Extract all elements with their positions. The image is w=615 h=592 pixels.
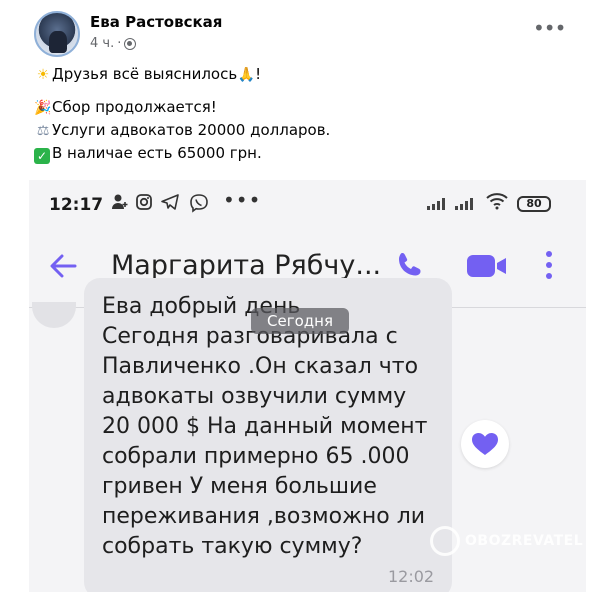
date-chip: Сегодня — [251, 308, 349, 334]
video-call-icon[interactable] — [466, 253, 508, 279]
pray-emoji: 🙏 — [237, 67, 255, 83]
obozrevatel-watermark: OBOZREVATEL — [430, 526, 583, 556]
post-time[interactable]: 4 ч. — [90, 36, 114, 51]
signal-1-icon — [427, 197, 445, 210]
heart-icon — [472, 433, 498, 455]
phone-status-bar: 12:17 ••• 80 — [29, 180, 586, 225]
scales-emoji: ⚖ — [36, 123, 50, 139]
chat-area[interactable]: Ева добрый день Сегодня разговаривала с … — [29, 278, 586, 592]
post-line-4: ✓ В наличае есть 65000 грн. — [34, 143, 262, 164]
contact-avatar[interactable] — [32, 302, 76, 328]
sun-emoji: ☀ — [36, 67, 50, 83]
signal-2-icon — [455, 197, 473, 210]
watermark-logo-icon — [430, 526, 460, 556]
battery-indicator: 80 — [517, 196, 551, 212]
post-attached-screenshot[interactable]: 12:17 ••• 80 Маргарита Рябчу... Ева добр… — [29, 180, 586, 592]
globe-icon[interactable] — [124, 37, 137, 50]
contact-name[interactable]: Маргарита Рябчу... — [111, 250, 381, 281]
kebab-menu-icon[interactable] — [544, 250, 554, 280]
like-button[interactable] — [461, 420, 509, 468]
instagram-icon — [135, 193, 153, 215]
phone-call-icon[interactable] — [396, 250, 424, 278]
back-arrow-icon[interactable] — [47, 250, 79, 282]
more-icon[interactable]: ••• — [533, 18, 566, 38]
facebook-post: Ева Растовская 4 ч. · ••• ☀ Друзья всё вы… — [0, 0, 615, 186]
more-notifications-icon: ••• — [223, 188, 262, 212]
wifi-icon — [485, 192, 509, 214]
viber-icon — [189, 193, 209, 217]
party-popper-emoji: 🎉 — [34, 100, 52, 116]
author-avatar[interactable] — [34, 11, 80, 57]
post-line-1: ☀ Друзья всё выяснилось🙏! — [34, 64, 261, 85]
message-time: 12:02 — [388, 567, 435, 586]
post-meta: 4 ч. · — [90, 36, 137, 51]
telegram-icon — [161, 193, 179, 215]
post-line-3: ⚖ Услуги адвокатов 20000 долларов. — [34, 120, 331, 141]
check-mark-emoji: ✓ — [34, 148, 50, 164]
add-contact-icon — [111, 193, 129, 215]
status-time: 12:17 — [49, 195, 104, 215]
author-name[interactable]: Ева Растовская — [90, 13, 222, 31]
post-line-2: 🎉Сбор продолжается! — [34, 98, 217, 116]
